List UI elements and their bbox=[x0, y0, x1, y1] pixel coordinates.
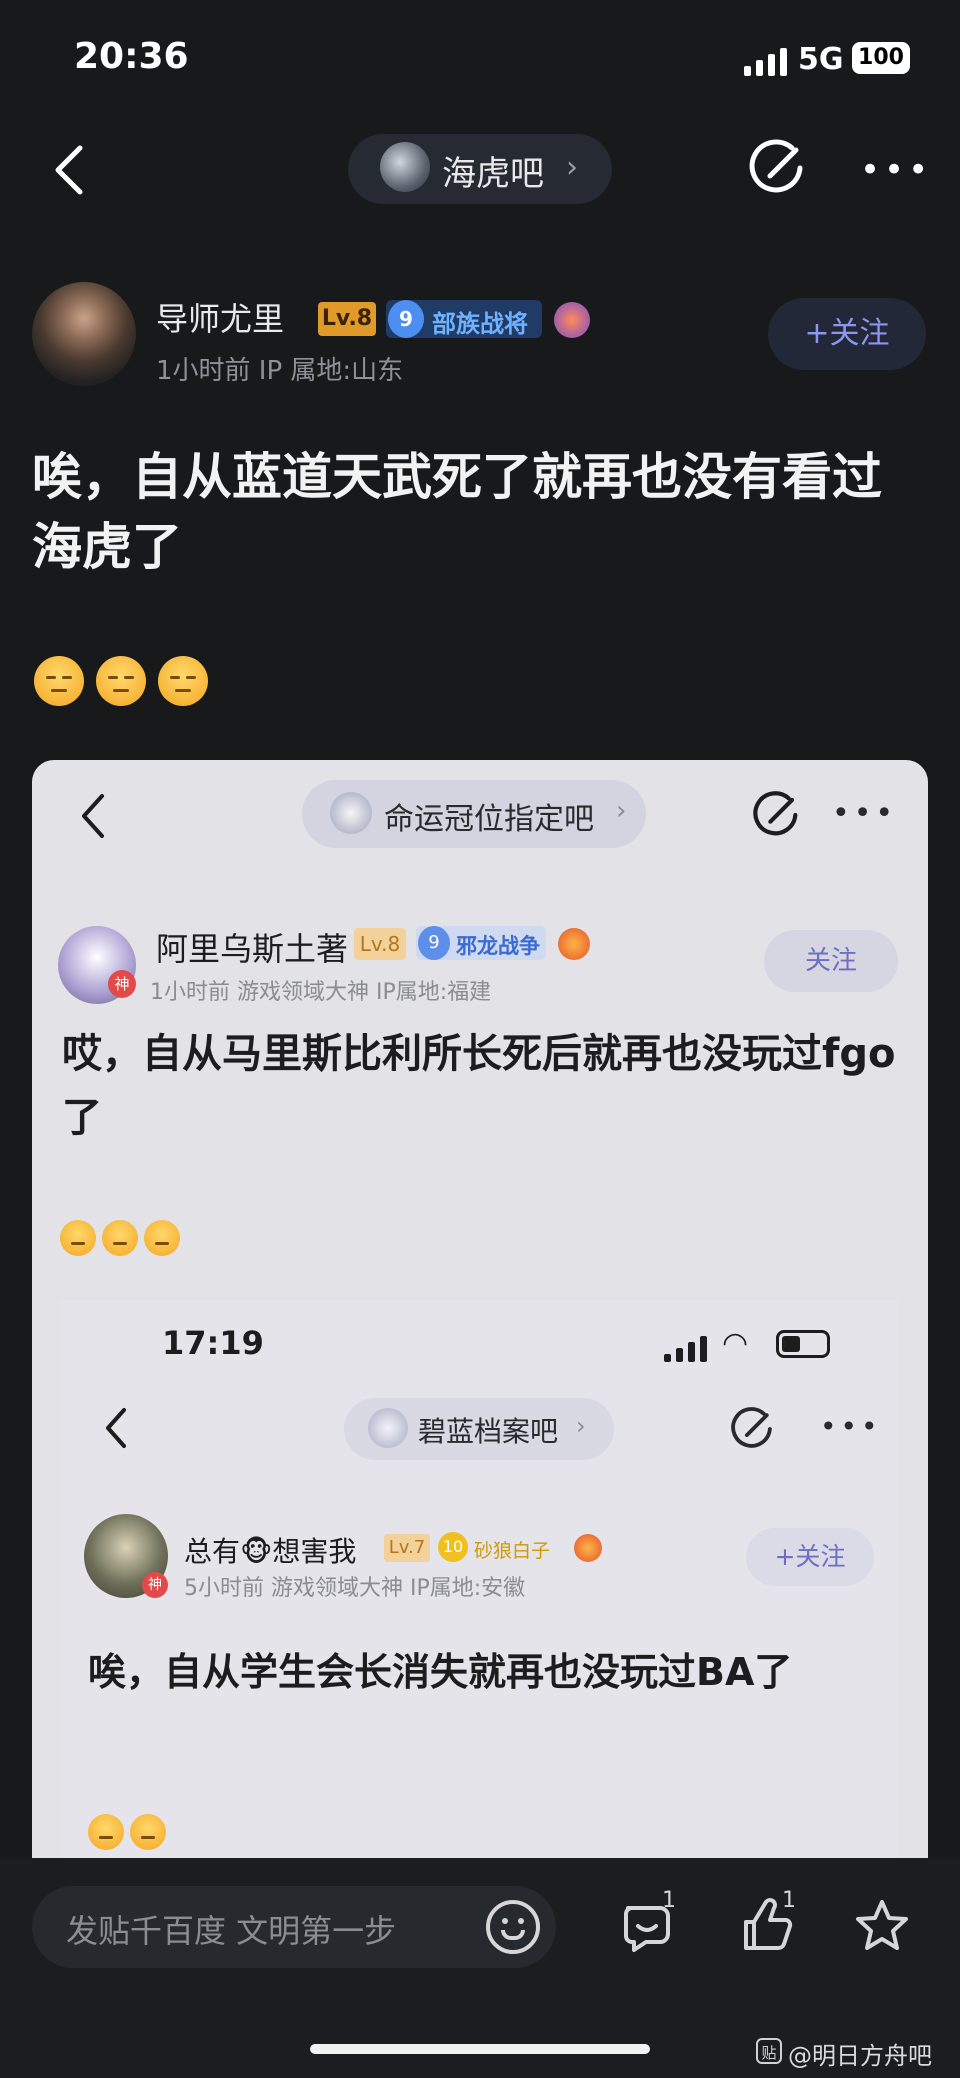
disappointed-emoji bbox=[144, 1220, 180, 1256]
pensive-emoji bbox=[130, 1814, 166, 1850]
level-badge: Lv.7 bbox=[384, 1534, 430, 1562]
gamepad-icon bbox=[574, 1534, 602, 1562]
post-title: 哎，自从马里斯比利所长死后就再也没玩过fgo了 bbox=[62, 1031, 896, 1141]
post-meta: 5小时前 游戏领域大神 IP属地:安徽 bbox=[184, 1576, 526, 1601]
follow-button: 关注 bbox=[764, 930, 898, 992]
more-icon[interactable]: ••• bbox=[860, 150, 932, 190]
author-name: 总有🐵想害我 bbox=[184, 1535, 357, 1568]
reply-placeholder: 发贴千百度 文明第一步 bbox=[66, 1912, 397, 1950]
level-badge: Lv.8 bbox=[318, 302, 376, 336]
forum-name: 命运冠位指定吧 bbox=[384, 802, 594, 837]
forum-name: 碧蓝档案吧 bbox=[418, 1415, 559, 1448]
forum-name: 海虎吧 bbox=[442, 154, 544, 194]
signal-icon bbox=[744, 46, 788, 76]
more-icon: ••• bbox=[832, 796, 898, 831]
chevron-right-icon: › bbox=[566, 150, 578, 185]
emoji-row bbox=[88, 1814, 172, 1854]
status-time: 17:19 bbox=[162, 1324, 264, 1362]
battery-level bbox=[782, 1336, 800, 1352]
wifi-icon: ◠ bbox=[722, 1326, 749, 1361]
post-title: 唉，自从学生会长消失就再也没玩过BA了 bbox=[88, 1650, 793, 1694]
forum-avatar bbox=[380, 142, 430, 192]
post-meta: 1小时前 游戏领域大神 IP属地:福建 bbox=[150, 980, 492, 1005]
edit-icon bbox=[753, 791, 798, 836]
pensive-emoji bbox=[88, 1814, 124, 1850]
more-icon: ••• bbox=[820, 1410, 882, 1443]
tieba-icon: 贴 bbox=[756, 2038, 782, 2064]
tribe-level: 9 bbox=[418, 926, 450, 960]
post-meta: 1小时前 IP 属地:山东 bbox=[156, 356, 404, 386]
star-icon[interactable] bbox=[852, 1896, 912, 1956]
chevron-right-icon: › bbox=[576, 1412, 586, 1440]
watermark: @明日方舟吧 bbox=[788, 2042, 932, 2070]
emoji-row bbox=[60, 1220, 186, 1260]
author-name[interactable]: 导师尤里 bbox=[156, 294, 284, 340]
pensive-emoji bbox=[96, 656, 146, 706]
edit-icon[interactable] bbox=[748, 138, 808, 198]
forum-avatar bbox=[368, 1408, 408, 1448]
back-icon bbox=[106, 1408, 126, 1448]
home-indicator bbox=[310, 2044, 650, 2054]
tribe-level: 10 bbox=[438, 1532, 468, 1562]
tribe-name: 砂狼白子 bbox=[474, 1540, 551, 1562]
comment-count: 1 bbox=[662, 1888, 676, 1913]
follow-button: +关注 bbox=[746, 1528, 874, 1586]
achievement-icon bbox=[554, 302, 590, 338]
battery-icon: 100 bbox=[852, 42, 910, 74]
network-type: 5G bbox=[798, 42, 844, 77]
like-count: 1 bbox=[782, 1888, 796, 1913]
status-time: 20:36 bbox=[74, 36, 189, 77]
disappointed-emoji bbox=[60, 1220, 96, 1256]
back-icon bbox=[82, 794, 104, 838]
god-badge: 神 bbox=[108, 970, 136, 998]
tribe-name: 邪龙战争 bbox=[456, 934, 540, 958]
edit-icon bbox=[731, 1407, 772, 1448]
smile-icon[interactable] bbox=[486, 1900, 540, 1954]
tribe-name: 部族战将 bbox=[432, 310, 528, 338]
post-title: 唉，自从蓝道天武死了就再也没有看过海虎了 bbox=[32, 448, 882, 576]
tribe-level: 9 bbox=[388, 300, 424, 338]
gamepad-icon bbox=[558, 928, 590, 960]
signal-icon bbox=[664, 1336, 708, 1362]
level-badge: Lv.8 bbox=[354, 928, 406, 960]
pensive-emoji bbox=[34, 656, 84, 706]
pensive-emoji bbox=[158, 656, 208, 706]
follow-button[interactable]: +关注 bbox=[768, 298, 926, 370]
emoji-row bbox=[34, 656, 220, 712]
disappointed-emoji bbox=[102, 1220, 138, 1256]
author-name: 阿里乌斯土著 bbox=[156, 930, 349, 968]
chevron-right-icon: › bbox=[616, 796, 627, 826]
forum-avatar bbox=[330, 792, 372, 834]
god-badge: 神 bbox=[142, 1572, 168, 1598]
author-avatar[interactable] bbox=[32, 282, 136, 386]
back-icon[interactable] bbox=[46, 140, 96, 200]
